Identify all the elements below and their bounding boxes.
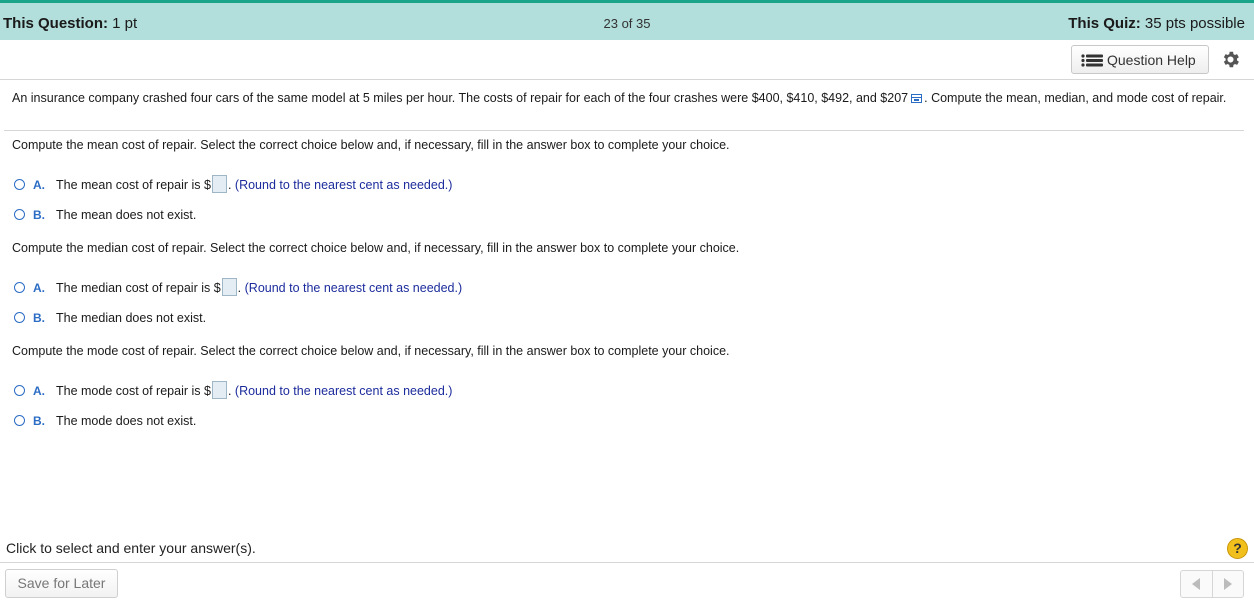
quiz-points-label: This Quiz: — [1068, 15, 1141, 32]
choice-letter: A. — [33, 178, 45, 192]
choice-text: The median cost of repair is $. (Round t… — [56, 277, 463, 296]
radio-button[interactable] — [14, 179, 25, 190]
choice-letter: B. — [33, 311, 45, 325]
question-help-label: Question Help — [1107, 52, 1196, 68]
footer-instruction: Click to select and enter your answer(s)… — [6, 540, 256, 556]
question-progress: 23 of 35 — [603, 16, 651, 31]
divider — [4, 130, 1244, 131]
mode-prompt: Compute the mode cost of repair. Select … — [12, 344, 730, 358]
choice-label: The median cost of repair is $ — [56, 281, 221, 295]
quiz-points-value: 35 pts possible — [1144, 15, 1245, 32]
rounding-hint: (Round to the nearest cent as needed.) — [234, 384, 453, 398]
choice-letter: B. — [33, 414, 45, 428]
help-icon[interactable]: ? — [1227, 538, 1248, 559]
problem-text: An insurance company crashed four cars o… — [12, 91, 909, 105]
choice-suffix: . — [237, 281, 242, 295]
choice-letter: A. — [33, 384, 45, 398]
rounding-hint: (Round to the nearest cent as needed.) — [234, 178, 453, 192]
divider — [0, 562, 1254, 563]
radio-button[interactable] — [14, 415, 25, 426]
choice-suffix: . — [227, 178, 232, 192]
triangle-right-icon — [1224, 578, 1232, 590]
choice-letter: A. — [33, 281, 45, 295]
gear-icon[interactable] — [1220, 49, 1241, 70]
choice-text: The mode cost of repair is $. (Round to … — [56, 380, 453, 399]
mean-prompt: Compute the mean cost of repair. Select … — [12, 138, 730, 152]
radio-button[interactable] — [14, 312, 25, 323]
question-help-button[interactable]: Question Help — [1071, 45, 1209, 74]
radio-button[interactable] — [14, 385, 25, 396]
triangle-left-icon — [1192, 578, 1200, 590]
choice-text: The mean does not exist. — [56, 208, 197, 222]
choice-letter: B. — [33, 208, 45, 222]
median-prompt: Compute the median cost of repair. Selec… — [12, 241, 740, 255]
choice-text: The mode does not exist. — [56, 414, 197, 428]
choice-text: The median does not exist. — [56, 311, 207, 325]
problem-statement: An insurance company crashed four cars o… — [12, 90, 1237, 107]
median-answer-box[interactable] — [221, 277, 237, 296]
save-for-later-button[interactable]: Save for Later — [5, 569, 118, 598]
mean-answer-box[interactable] — [211, 174, 227, 193]
question-nav — [1180, 570, 1244, 598]
choice-suffix: . — [227, 384, 232, 398]
data-table-icon[interactable] — [911, 94, 923, 104]
choice-label: The mean cost of repair is $ — [56, 178, 211, 192]
choice-text: The mean cost of repair is $. (Round to … — [56, 174, 453, 193]
divider — [0, 79, 1254, 80]
quiz-points: This Quiz: 35 pts possible — [1068, 15, 1245, 32]
previous-question-button[interactable] — [1181, 571, 1213, 597]
list-icon — [1081, 54, 1103, 67]
mode-answer-box[interactable] — [211, 380, 227, 399]
radio-button[interactable] — [14, 282, 25, 293]
quiz-header: This Question: 1 pt 23 of 35 This Quiz: … — [0, 3, 1254, 40]
rounding-hint: (Round to the nearest cent as needed.) — [244, 281, 463, 295]
next-question-button[interactable] — [1213, 571, 1244, 597]
choice-label: The mode cost of repair is $ — [56, 384, 211, 398]
problem-text-continued: . Compute the mean, median, and mode cos… — [924, 91, 1227, 105]
radio-button[interactable] — [14, 209, 25, 220]
